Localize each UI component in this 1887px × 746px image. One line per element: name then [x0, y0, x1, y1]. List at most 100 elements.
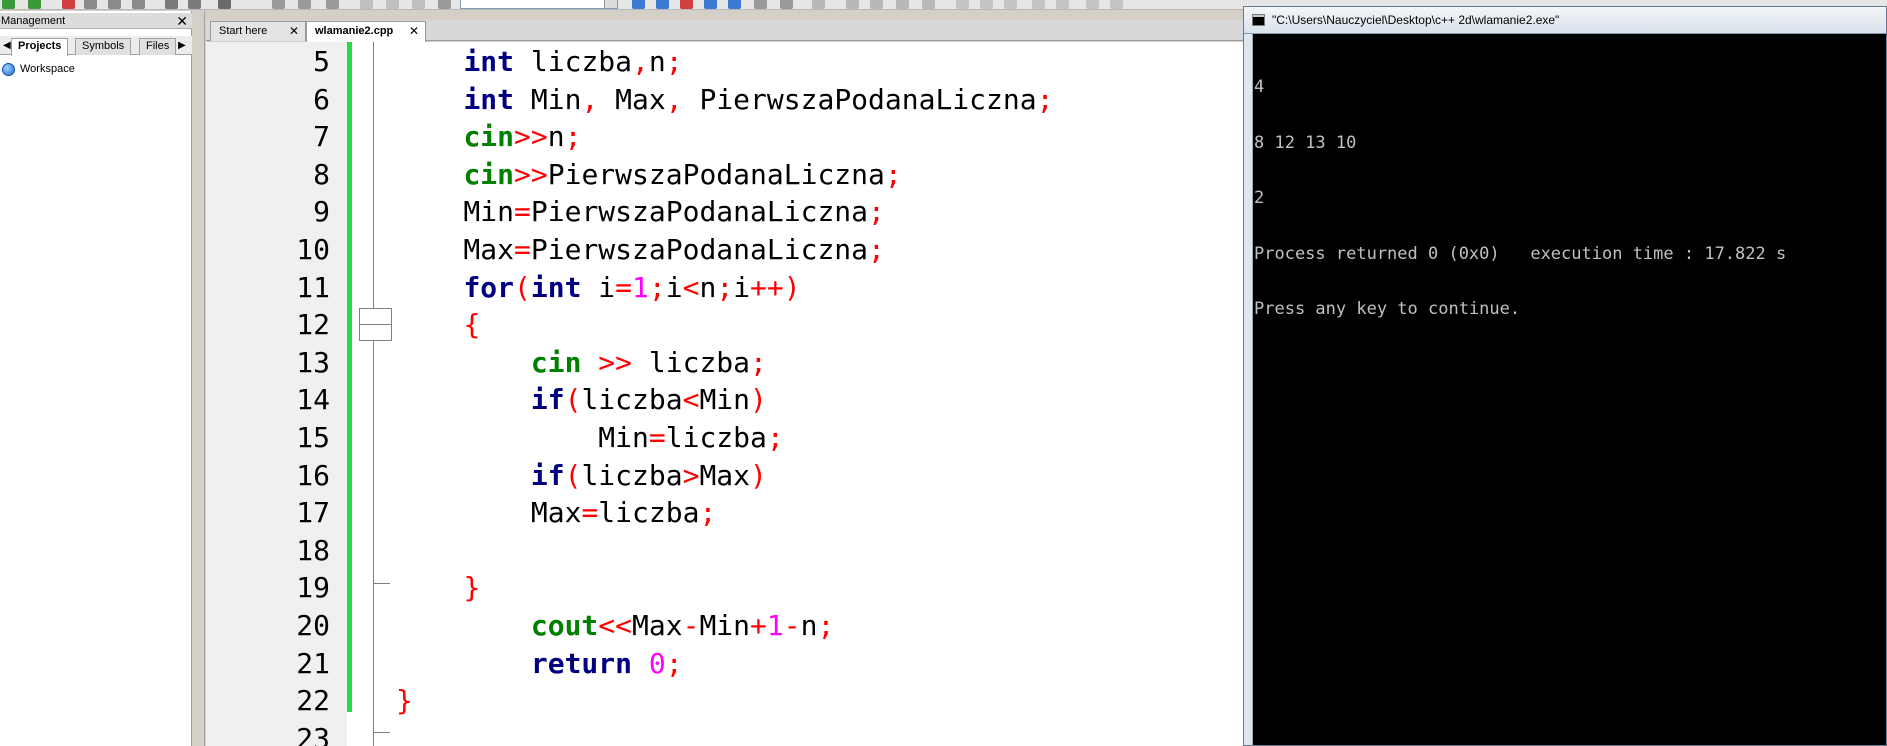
line-number: 22 [296, 684, 330, 718]
code-line[interactable]: 16 if(liczba>Max) [206, 457, 1248, 494]
tab-projects[interactable]: Projects [11, 38, 69, 56]
tool-icon[interactable] [896, 0, 909, 9]
clear-bookmarks-icon[interactable] [132, 0, 145, 9]
edit-icon[interactable] [438, 0, 451, 9]
tab-files[interactable]: Files [139, 38, 177, 55]
management-tabs: ◀ Projects Symbols Files ▶ [0, 36, 192, 56]
tool-icon[interactable] [812, 0, 825, 9]
code-line[interactable]: 22} [206, 682, 1248, 719]
tab-wlamanie2-cpp[interactable]: wlamanie2.cpp ✕ [306, 21, 426, 42]
zoom-out-icon[interactable] [1056, 0, 1069, 9]
tool-icon[interactable] [870, 0, 883, 9]
step-back-icon[interactable] [360, 0, 373, 9]
code-text: cin>>PierwszaPodanaLiczna; [463, 157, 902, 191]
management-panel: Management ✕ ◀ Projects Symbols Files ▶ … [0, 11, 192, 746]
code-line[interactable]: 17 Max=liczba; [206, 494, 1248, 531]
code-line[interactable]: 23 [206, 720, 1248, 746]
console-icon [1252, 14, 1265, 26]
code-line[interactable]: 15 Min=liczba; [206, 419, 1248, 456]
search-icon[interactable] [704, 0, 717, 9]
code-line[interactable]: 10 Max=PierwszaPodanaLiczna; [206, 231, 1248, 268]
code-text: int Min, Max, PierwszaPodanaLiczna; [463, 82, 1054, 116]
zoom-in-icon[interactable] [1032, 0, 1045, 9]
tree-item-workspace[interactable]: Workspace [2, 61, 75, 77]
code-text: Max=liczba; [396, 496, 717, 530]
code-line[interactable]: 18 [206, 532, 1248, 569]
tool-icon[interactable] [272, 0, 285, 9]
jump-back-icon[interactable] [632, 0, 645, 9]
code-text: return 0; [530, 646, 683, 680]
match-icon[interactable] [754, 0, 767, 9]
chevron-down-icon[interactable] [604, 0, 617, 8]
code-line[interactable]: 7 cin>>n; [206, 118, 1248, 155]
tab-label: Projects [18, 40, 62, 52]
run-icon[interactable] [412, 0, 425, 9]
code-text: if(liczba>Max) [530, 458, 767, 492]
replace-icon[interactable] [728, 0, 741, 9]
line-number: 7 [313, 120, 330, 154]
next-bookmark-icon[interactable] [108, 0, 121, 9]
bookmark-icon[interactable] [62, 0, 75, 9]
code-line[interactable]: 14 if(liczba<Min) [206, 381, 1248, 418]
tab-label: Symbols [82, 40, 125, 52]
line-number: 21 [296, 646, 330, 680]
stop-icon[interactable] [386, 0, 399, 9]
line-number: 10 [296, 233, 330, 266]
tool-icon[interactable] [980, 0, 993, 9]
console-line: Press any key to continue. [1254, 299, 1521, 319]
code-line[interactable]: 11 for(int i=1;i<n;i++) [206, 269, 1248, 306]
select-icon[interactable] [780, 0, 793, 9]
code-text: } [463, 571, 481, 605]
console-line: 2 [1254, 188, 1265, 208]
panel-splitter[interactable] [193, 11, 205, 746]
tool-icon[interactable] [922, 0, 935, 9]
workspace-icon [2, 62, 15, 76]
code-text: int liczba,n; [463, 45, 683, 78]
tab-label: wlamanie2.cpp [315, 25, 394, 37]
code-line[interactable]: 5 int liczba,n; [206, 43, 1248, 80]
tab-symbols[interactable]: Symbols [75, 38, 132, 55]
code-line[interactable]: 9 Min=PierwszaPodanaLiczna; [206, 193, 1248, 230]
highlight-icon[interactable] [680, 0, 693, 9]
code-line[interactable]: 13 cin >> liczba; [206, 344, 1248, 381]
line-number: 5 [313, 45, 330, 78]
wrench-icon[interactable] [326, 0, 339, 9]
settings-icon[interactable] [188, 0, 201, 9]
code-text: cout<<Max-Min+1-n; [530, 609, 835, 642]
tool-icon[interactable] [846, 0, 859, 9]
close-icon[interactable]: ✕ [176, 13, 188, 29]
tab-start-here[interactable]: Start here ✕ [210, 21, 306, 41]
line-number: 12 [296, 308, 330, 342]
jump-forward-icon[interactable] [656, 0, 669, 9]
code-line[interactable]: 6 int Min, Max, PierwszaPodanaLiczna; [206, 81, 1248, 118]
code-editor[interactable]: 5 int liczba,n; 6 int Min, Max, PierwszaP… [206, 42, 1248, 746]
console-line: 8 12 13 10 [1254, 132, 1357, 153]
code-completion-icon[interactable] [218, 0, 231, 9]
close-icon[interactable]: ✕ [409, 22, 419, 40]
tool-icon[interactable] [1004, 0, 1017, 9]
back-icon[interactable] [2, 0, 15, 9]
code-text: } [396, 684, 413, 718]
tool-icon[interactable] [1110, 0, 1123, 9]
code-line[interactable]: 8 cin>>PierwszaPodanaLiczna; [206, 156, 1248, 193]
close-icon[interactable]: ✕ [289, 22, 299, 40]
line-number: 16 [296, 458, 330, 492]
console-title-bar[interactable]: "C:\Users\Nauczyciel\Desktop\c++ 2d\wlam… [1244, 7, 1886, 34]
tool-icon[interactable] [298, 0, 311, 9]
tool-icon[interactable] [956, 0, 969, 9]
target-select[interactable] [460, 0, 618, 9]
chevron-left-icon[interactable]: ◀ [3, 38, 11, 53]
prev-bookmark-icon[interactable] [84, 0, 97, 9]
line-number: 19 [296, 571, 330, 605]
code-line[interactable]: 19 } [206, 569, 1248, 606]
code-line[interactable]: 20 cout<<Max-Min+1-n; [206, 607, 1248, 644]
code-line[interactable]: 21 return 0; [206, 645, 1248, 682]
console-window[interactable]: "C:\Users\Nauczyciel\Desktop\c++ 2d\wlam… [1243, 6, 1887, 746]
forward-icon[interactable] [28, 0, 41, 9]
line-number: 15 [296, 421, 330, 454]
management-title: Management [1, 15, 66, 27]
tool-icon[interactable] [1086, 0, 1099, 9]
chevron-right-icon[interactable]: ▶ [178, 38, 186, 53]
print-icon[interactable] [165, 0, 178, 9]
code-line[interactable]: 12 { [206, 306, 1248, 343]
